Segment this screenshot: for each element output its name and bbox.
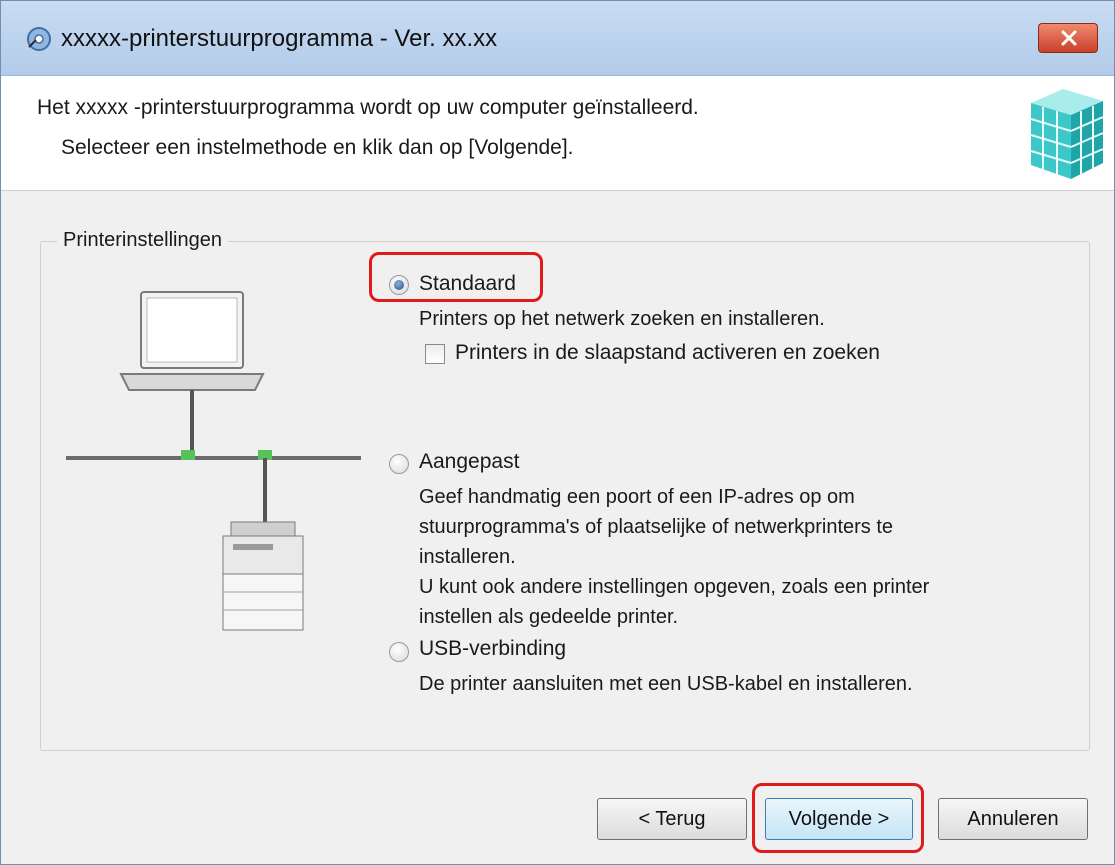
header-instruction: Selecteer een instelmethode en klik dan … — [61, 136, 574, 159]
wake-sleeping-printers-checkbox[interactable] — [425, 344, 445, 364]
standaard-description: Printers op het netwerk zoeken en instal… — [419, 308, 825, 330]
header-panel: Het xxxxx -printerstuurprogramma wordt o… — [1, 76, 1114, 189]
laptop-icon — [119, 291, 265, 391]
dialog-body: Printerinstellingen Standaard Printers o… — [1, 190, 1114, 864]
header-intro: Het xxxxx -printerstuurprogramma wordt o… — [37, 96, 699, 119]
close-button[interactable] — [1038, 23, 1098, 53]
installer-logo-icon — [1030, 89, 1104, 179]
back-button[interactable]: < Terug — [597, 798, 747, 840]
title-bar: xxxxx-printerstuurprogramma - Ver. xx.xx — [1, 1, 1114, 76]
radio-aangepast[interactable] — [389, 454, 409, 474]
aangepast-description: Geef handmatig een poort of een IP-adres… — [419, 486, 930, 628]
next-button[interactable]: Volgende > — [765, 798, 913, 840]
group-label: Printerinstellingen — [57, 229, 228, 252]
radio-aangepast-label[interactable]: Aangepast — [419, 450, 519, 474]
radio-standaard[interactable] — [389, 275, 409, 295]
window-title: xxxxx-printerstuurprogramma - Ver. xx.xx — [61, 25, 498, 52]
cancel-button[interactable]: Annuleren — [938, 798, 1088, 840]
radio-usb-verbinding[interactable] — [389, 642, 409, 662]
usb-description: De printer aansluiten met een USB-kabel … — [419, 673, 913, 695]
network-illustration — [66, 291, 361, 631]
installer-app-icon — [27, 27, 51, 51]
printer-icon — [222, 521, 304, 631]
radio-standaard-label[interactable]: Standaard — [419, 272, 516, 296]
radio-usb-verbinding-label[interactable]: USB-verbinding — [419, 637, 566, 661]
wake-sleeping-printers-label[interactable]: Printers in de slaapstand activeren en z… — [455, 341, 880, 365]
installer-window: xxxxx-printerstuurprogramma - Ver. xx.xx… — [0, 0, 1115, 865]
close-icon — [1061, 30, 1077, 46]
